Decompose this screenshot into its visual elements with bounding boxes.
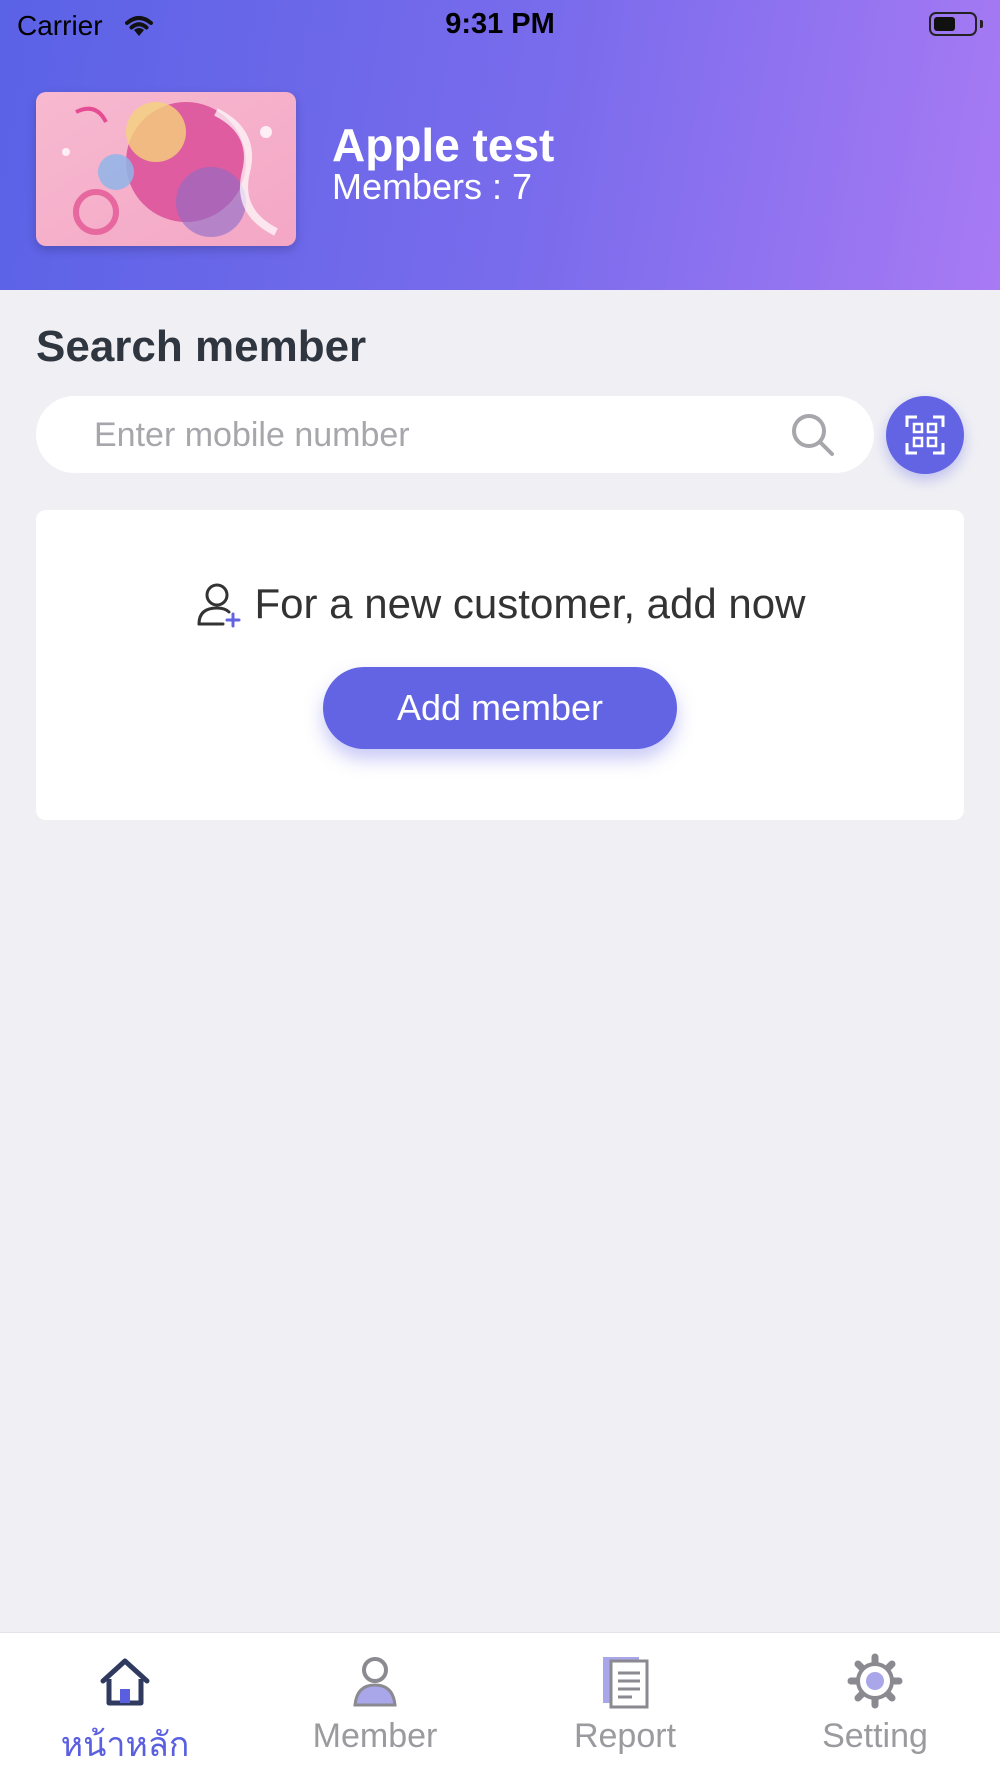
mobile-number-input[interactable] [92, 406, 796, 464]
tab-setting-label: Setting [822, 1717, 928, 1755]
tab-report-label: Report [573, 1717, 677, 1755]
member-icon [353, 1657, 397, 1707]
store-cover-image [36, 92, 296, 246]
tab-home-label: หน้าหลัก [60, 1726, 190, 1764]
bottom-tab-bar: หน้าหลัก Member Report Setting [0, 1632, 1000, 1779]
store-name: Apple test [332, 119, 555, 171]
report-icon [603, 1657, 649, 1709]
add-member-button[interactable]: Add member [323, 667, 677, 749]
tab-member-label: Member [312, 1717, 438, 1755]
add-user-icon [197, 583, 241, 628]
new-customer-card: For a new customer, add now Add member [36, 510, 964, 820]
gear-icon [847, 1653, 903, 1709]
status-bar: Carrier 9:31 PM [0, 0, 1000, 52]
tab-setting[interactable]: Setting [750, 1633, 1000, 1779]
search-bar[interactable] [36, 396, 874, 473]
new-customer-prompt: For a new customer, add now [254, 580, 806, 627]
qr-scan-icon [905, 415, 945, 455]
battery-icon [929, 12, 977, 36]
store-header: Carrier 9:31 PM Apple test Members: 7 [0, 0, 1000, 290]
tab-report[interactable]: Report [500, 1633, 750, 1779]
status-time: 9:31 PM [445, 8, 555, 40]
search-icon[interactable] [788, 410, 838, 460]
tab-member[interactable]: Member [250, 1633, 500, 1779]
qr-scan-button[interactable] [886, 396, 964, 474]
search-section-title: Search member [36, 322, 367, 371]
members-count: Members : 7 [332, 166, 533, 207]
home-icon [100, 1658, 150, 1706]
tab-home[interactable]: หน้าหลัก [0, 1633, 250, 1779]
